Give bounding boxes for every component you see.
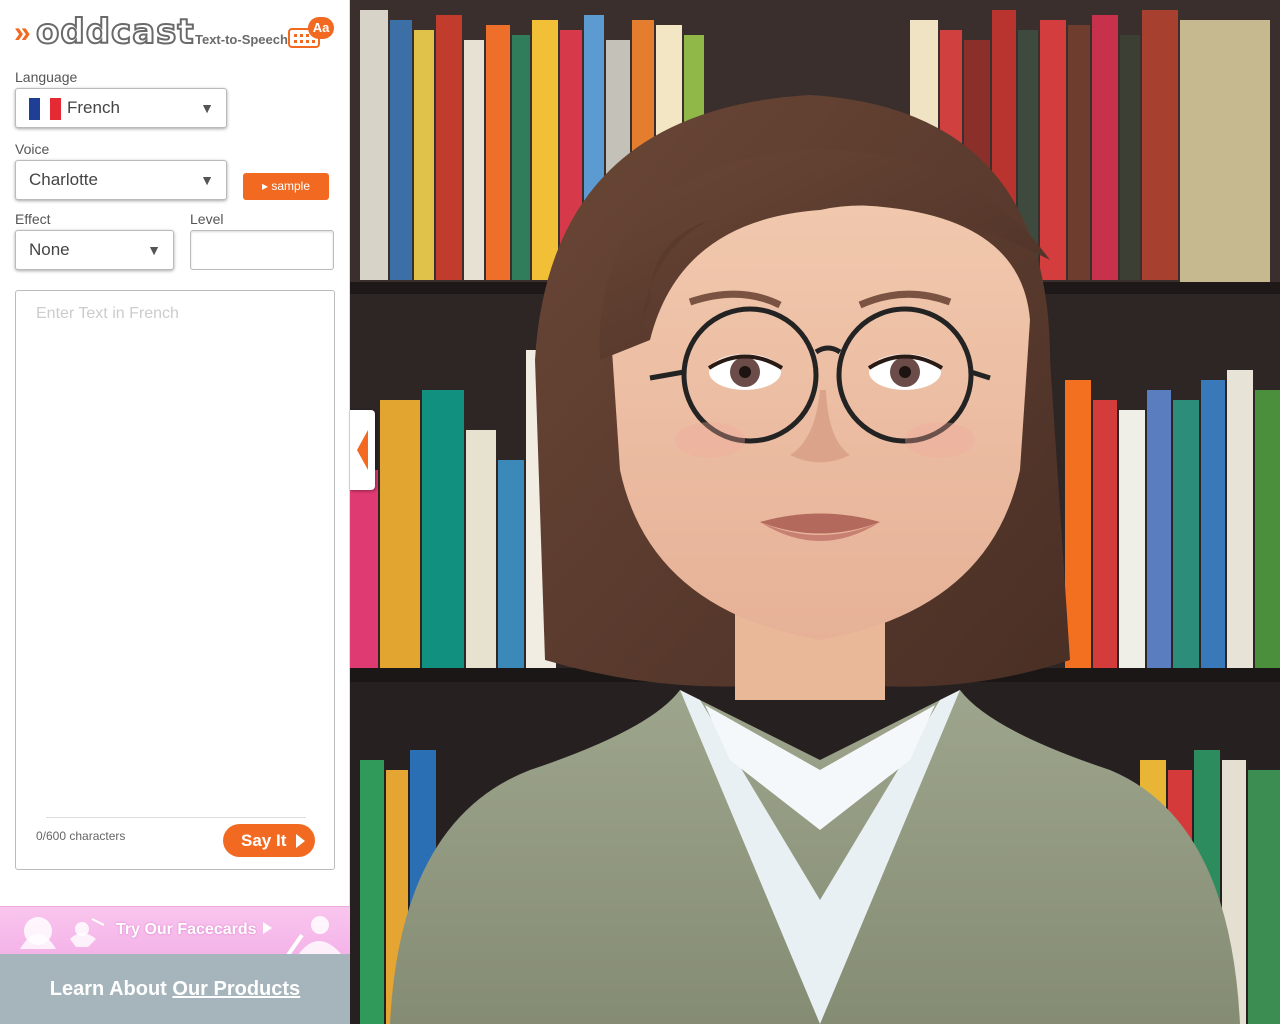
- bookshelf-scene: [350, 0, 1280, 1024]
- france-flag-icon: [29, 98, 61, 120]
- facecards-link[interactable]: Try Our Facecards: [116, 921, 272, 939]
- caricature-icon: [286, 916, 342, 955]
- language-label: Language: [15, 69, 78, 85]
- facecards-banner[interactable]: Try Our Facecards: [0, 906, 350, 955]
- chevron-down-icon: ▼: [147, 242, 161, 258]
- effect-select[interactable]: None ▼: [15, 230, 174, 270]
- chevron-down-icon: ▼: [200, 172, 214, 188]
- chevron-down-icon: ▼: [200, 100, 214, 116]
- language-selected-value: French: [67, 98, 120, 117]
- voice-selected-value: Charlotte: [29, 170, 98, 189]
- santa-cupid-icon: [20, 917, 105, 949]
- collapse-panel-tab[interactable]: [350, 410, 375, 490]
- sample-button[interactable]: ▸ sample: [243, 173, 329, 200]
- logo-wordmark: oddcast: [35, 12, 195, 52]
- say-it-button[interactable]: Say It: [223, 824, 315, 857]
- learn-about-text: Learn About: [49, 978, 167, 1000]
- level-label: Level: [190, 211, 224, 227]
- control-panel: » oddcast Text-to-Speech Aa Language Fre…: [0, 0, 350, 1024]
- logo-chevrons-icon: »: [14, 16, 30, 49]
- facecards-text: Try Our Facecards: [116, 921, 257, 938]
- effect-label: Effect: [15, 211, 51, 227]
- product-label: Text-to-Speech: [195, 32, 288, 47]
- our-products-link[interactable]: Our Products: [172, 978, 300, 1000]
- play-icon: [296, 834, 305, 848]
- language-select[interactable]: French ▼: [15, 88, 227, 128]
- text-input[interactable]: [17, 292, 333, 812]
- text-entry-box: 0/600 characters Say It: [15, 290, 335, 870]
- level-input[interactable]: [190, 230, 334, 270]
- play-icon: [262, 922, 272, 934]
- character-count: 0/600 characters: [36, 829, 126, 843]
- effect-selected-value: None: [29, 240, 70, 259]
- chevron-left-icon: [357, 430, 368, 470]
- oddcast-logo[interactable]: » oddcast Text-to-Speech Aa: [14, 12, 344, 52]
- aa-badge-icon: Aa: [308, 17, 334, 39]
- voice-select[interactable]: Charlotte ▼: [15, 160, 227, 200]
- voice-label: Voice: [15, 141, 50, 157]
- avatar-stage: [350, 0, 1280, 1024]
- divider: [46, 817, 306, 818]
- say-it-label: Say It: [241, 831, 287, 850]
- products-banner: Learn About Our Products: [0, 954, 350, 1024]
